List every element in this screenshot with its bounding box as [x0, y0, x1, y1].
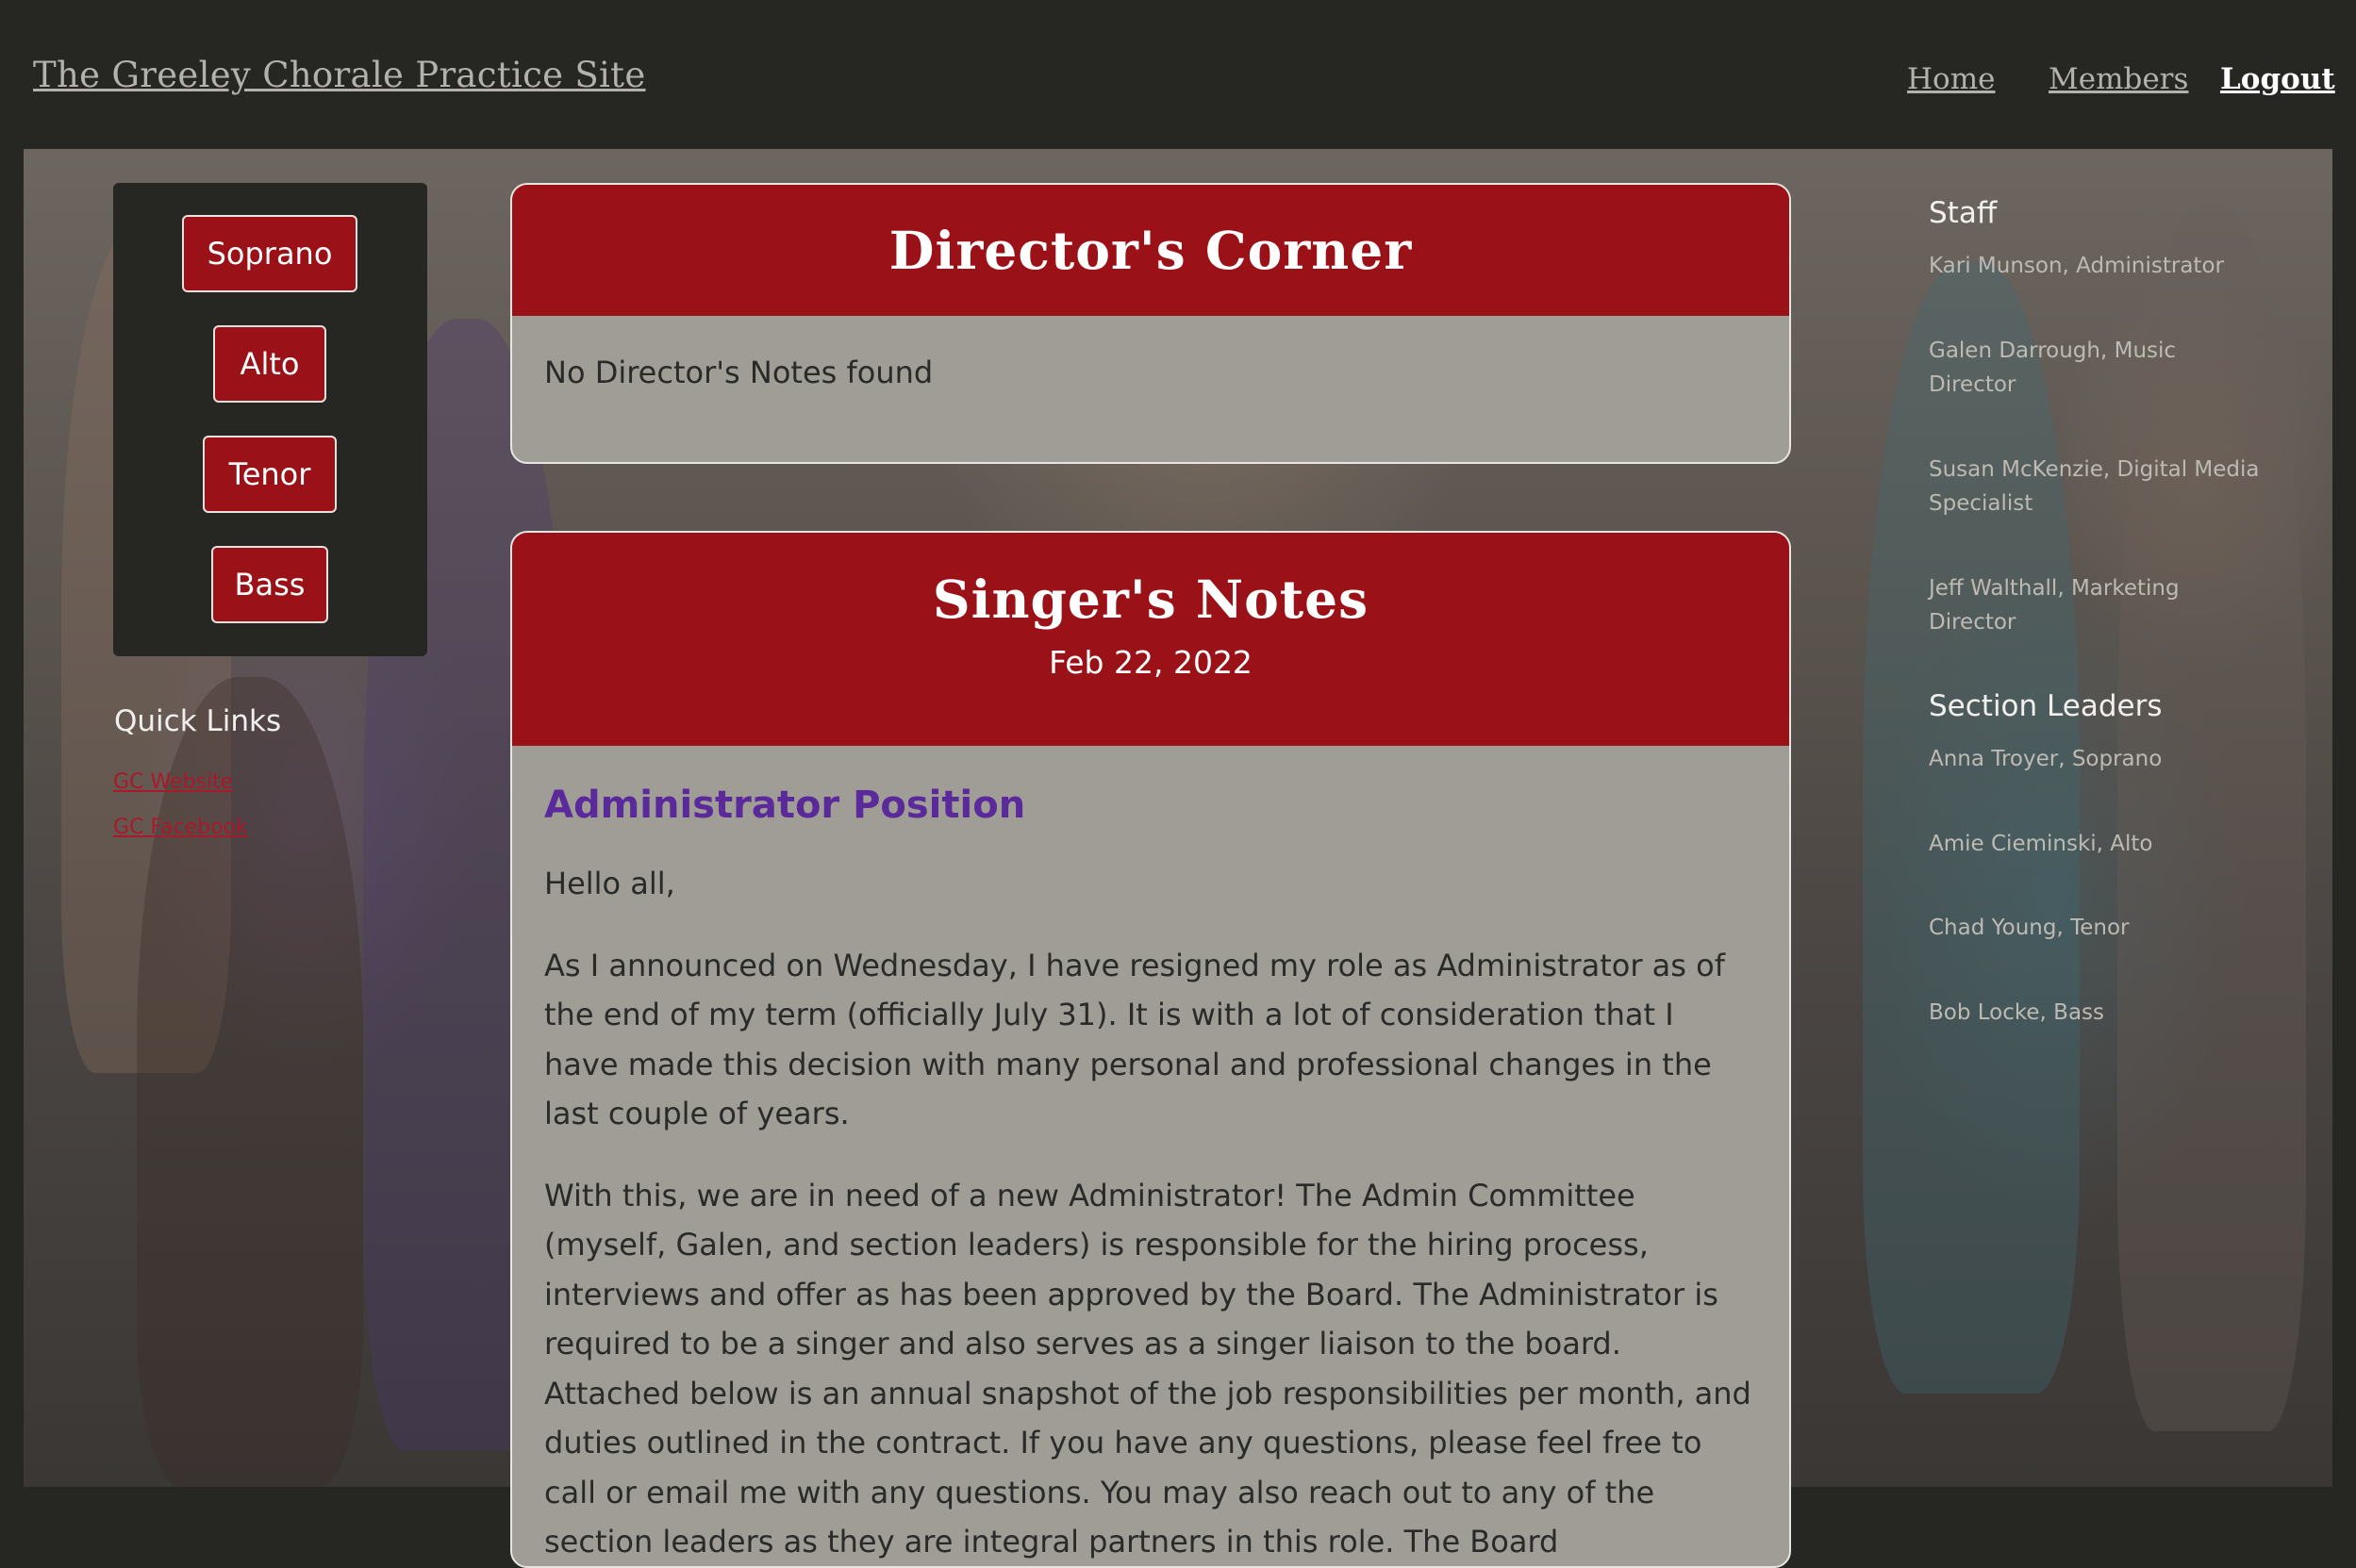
bass-button[interactable]: Bass — [211, 546, 328, 623]
staff-member: Kari Munson, Administrator — [1929, 254, 2224, 278]
voice-part-panel: Soprano Alto Tenor Bass — [113, 183, 427, 656]
staff-member: Galen Darrough, Music Director — [1929, 338, 2177, 397]
soprano-button[interactable]: Soprano — [182, 215, 357, 292]
gc-website-link[interactable]: GC Website — [113, 770, 233, 794]
staff-member: Jeff Walthall, Marketing Director — [1929, 576, 2180, 635]
section-leader: Anna Troyer, Soprano — [1929, 747, 2163, 771]
nav-logout-link[interactable]: Logout — [2220, 62, 2335, 96]
staff-member: Susan McKenzie, Digital Media Specialist — [1929, 457, 2260, 516]
post-paragraph: As I announced on Wednesday, I have resi… — [544, 947, 1725, 1132]
directors-corner-header: Director's Corner — [512, 185, 1789, 316]
section-leader: Amie Cieminski, Alto — [1929, 832, 2153, 856]
section-leader: Chad Young, Tenor — [1929, 916, 2130, 940]
post-greeting: Hello all, — [544, 866, 675, 901]
staff-heading: Staff — [1929, 196, 1998, 230]
singers-notes-card: Singer's Notes Feb 22, 2022 Administrato… — [510, 531, 1791, 1568]
site-header: The Greeley Chorale Practice Site Home M… — [0, 0, 2356, 149]
nav-home-link[interactable]: Home — [1907, 62, 1995, 96]
quick-links-heading: Quick Links — [114, 704, 282, 738]
singers-notes-date: Feb 22, 2022 — [1049, 644, 1253, 681]
post-title: Administrator Position — [544, 784, 1026, 827]
singers-notes-body: Administrator Position Hello all, As I a… — [512, 746, 1789, 1566]
section-leaders-heading: Section Leaders — [1929, 689, 2163, 723]
gc-facebook-link[interactable]: GC Facebook — [113, 816, 248, 839]
nav-members-link[interactable]: Members — [2049, 62, 2188, 96]
section-leader: Bob Locke, Bass — [1929, 1000, 2104, 1025]
directors-corner-title: Director's Corner — [888, 220, 1413, 281]
tenor-button[interactable]: Tenor — [203, 436, 337, 513]
photo-figure — [137, 677, 363, 1487]
directors-notes-empty: No Director's Notes found — [544, 355, 934, 390]
singers-notes-header: Singer's Notes Feb 22, 2022 — [512, 533, 1789, 746]
alto-button[interactable]: Alto — [213, 325, 326, 403]
directors-corner-card: Director's Corner No Director's Notes fo… — [510, 183, 1791, 464]
singers-notes-title: Singer's Notes — [932, 569, 1369, 630]
post-paragraph: With this, we are in need of a new Admin… — [544, 1177, 1751, 1560]
site-title-link[interactable]: The Greeley Chorale Practice Site — [33, 55, 646, 95]
